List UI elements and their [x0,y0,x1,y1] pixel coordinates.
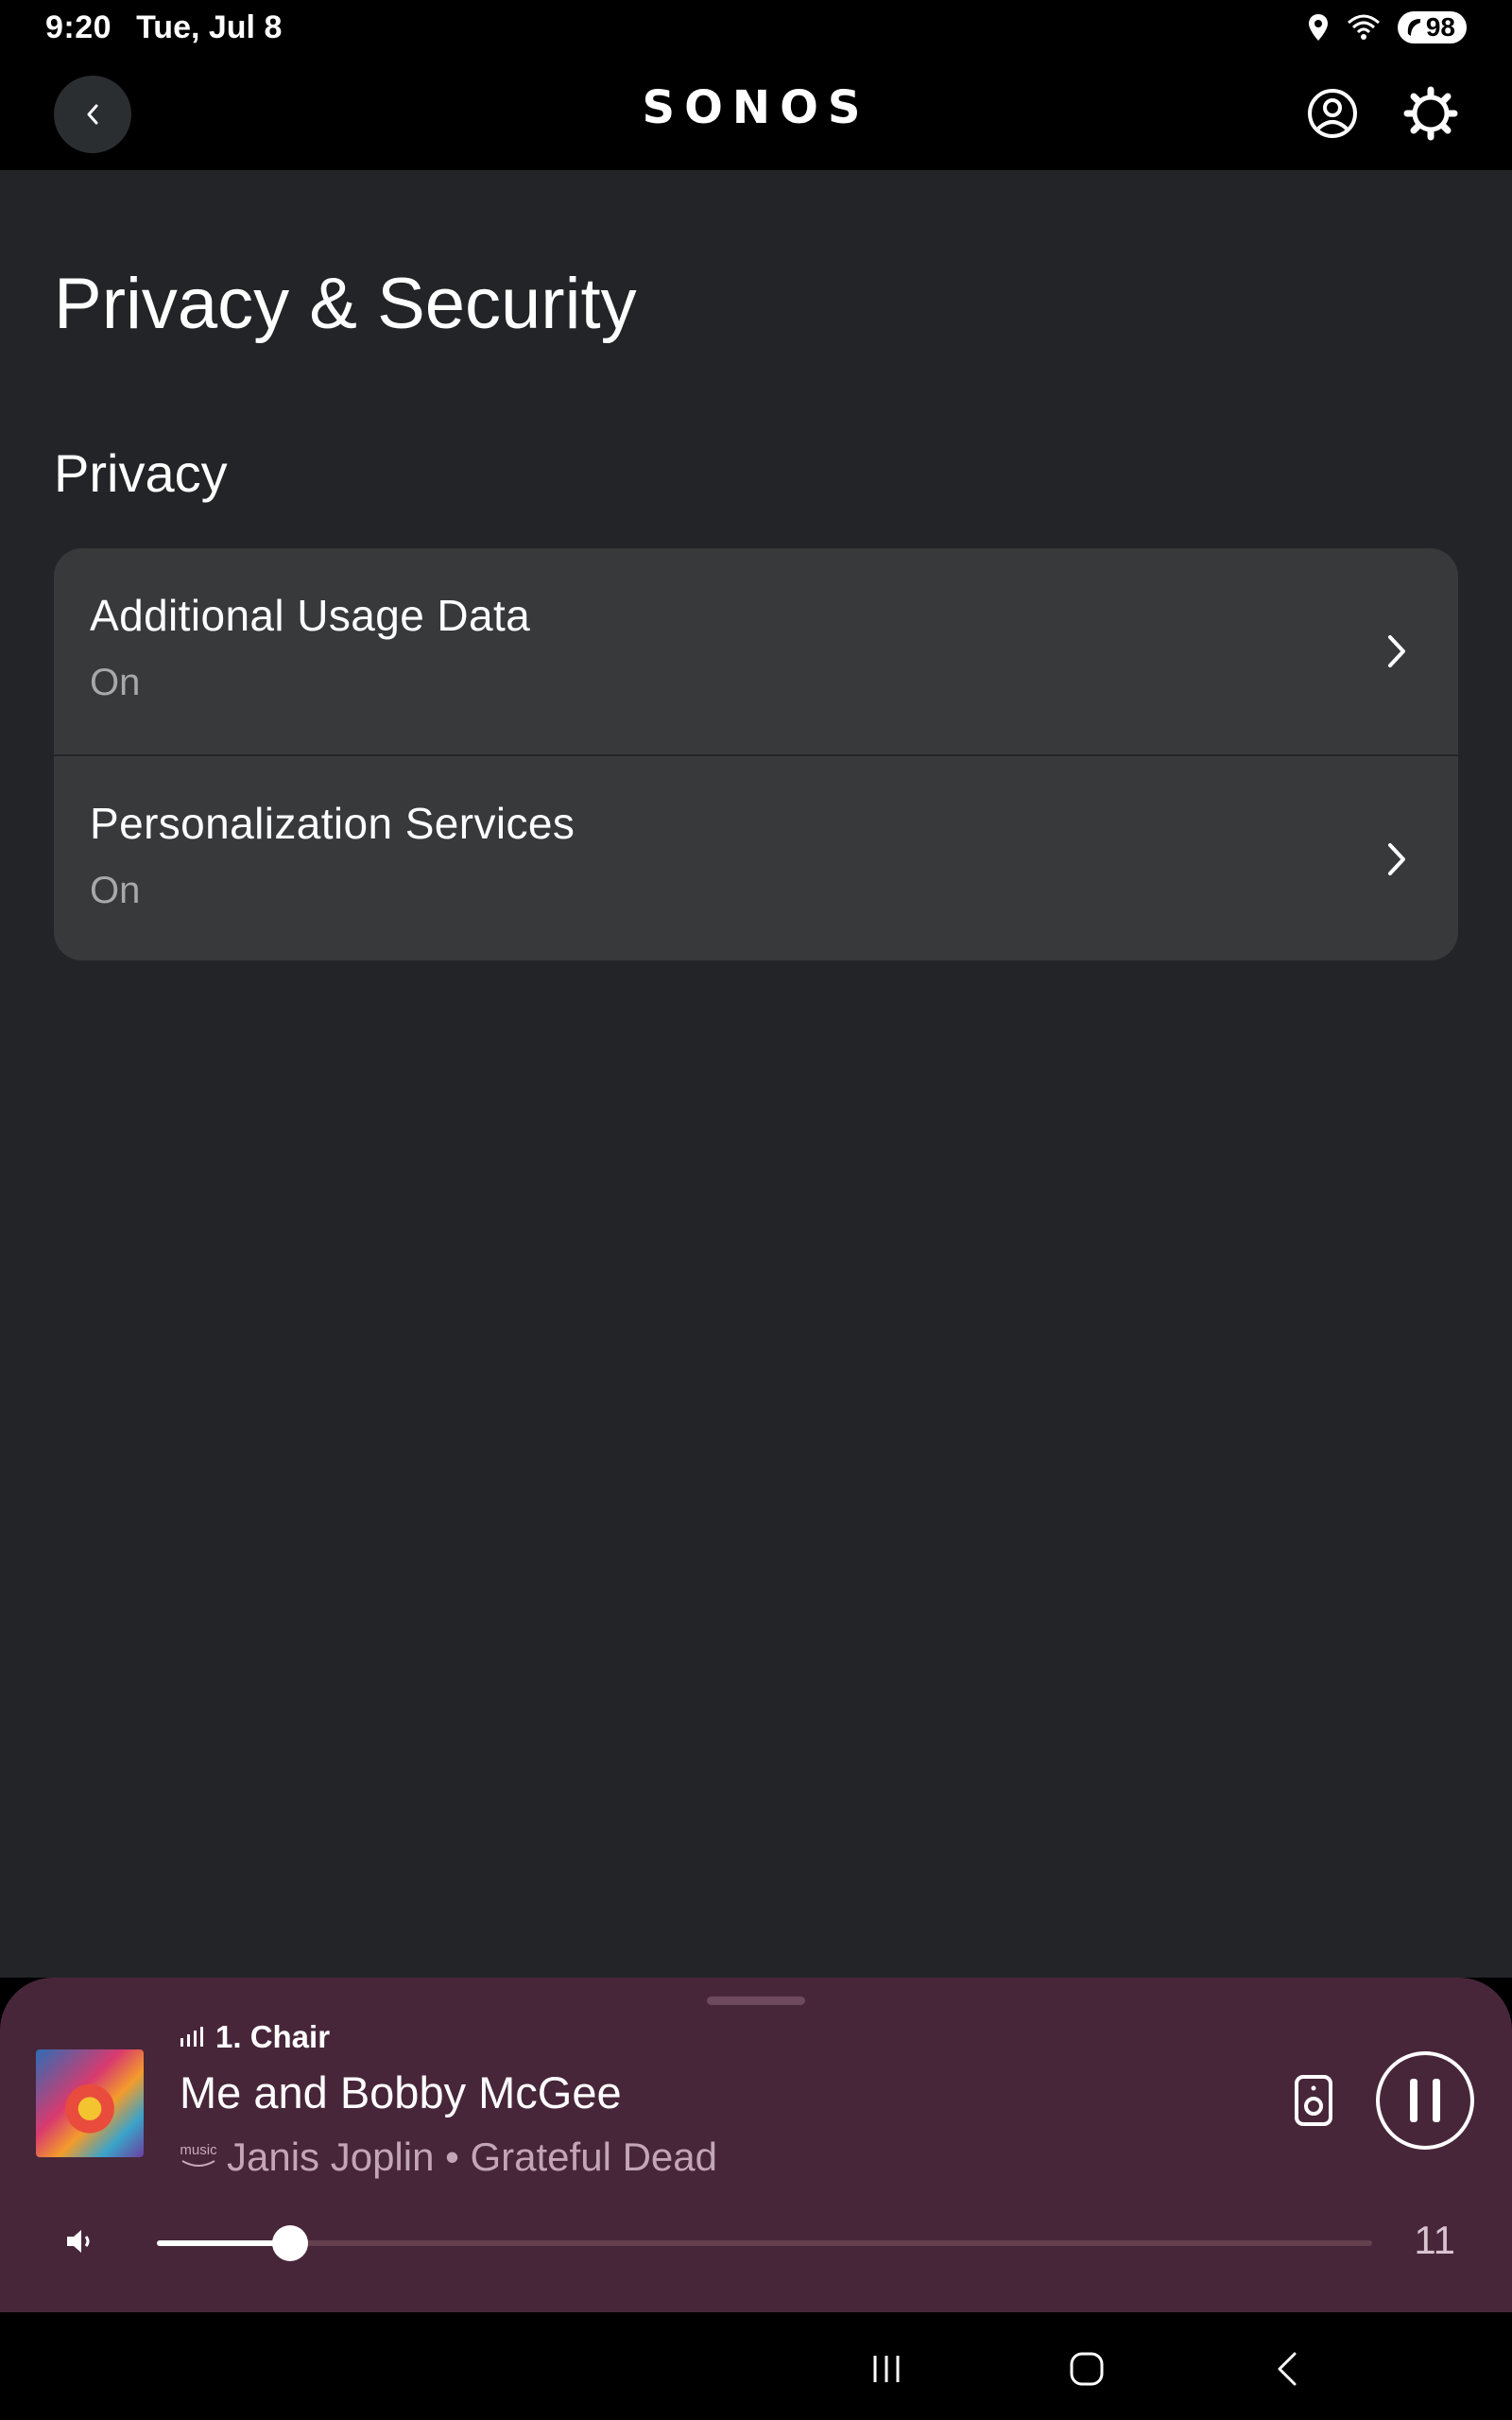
page-title: Privacy & Security [54,264,637,344]
room-name: 1. Chair [215,2019,331,2054]
now-playing-bar[interactable]: 1. Chair Me and Bobby McGee music Janis … [0,1978,1512,2312]
volume-value: 11 [1414,2218,1455,2262]
row-value: On [90,870,141,911]
row-label: Additional Usage Data [90,591,531,640]
volume-slider[interactable] [157,2225,1372,2261]
pause-button[interactable] [1376,2051,1474,2150]
battery-level: 98 [1425,12,1455,42]
wifi-icon [1347,14,1380,40]
signal-bars-icon [180,2027,203,2047]
track-title: Me and Bobby McGee [180,2067,622,2118]
room-row: 1. Chair [180,2019,330,2055]
amazon-smile-icon [181,2160,215,2167]
gear-icon [1403,86,1458,141]
drag-handle[interactable] [707,1996,805,2005]
account-icon [1308,89,1357,138]
service-logo-text: music [180,2142,217,2158]
recent-apps-button[interactable] [858,2341,915,2397]
speaker-icon [1295,2075,1332,2126]
status-time: 9:20 [45,9,112,45]
album-art[interactable] [36,2049,144,2157]
amazon-music-icon: music [180,2143,217,2171]
settings-button[interactable] [1400,83,1461,144]
additional-usage-data-row[interactable]: Additional Usage Data On [54,548,1458,754]
row-label: Personalization Services [90,799,576,848]
volume-thumb[interactable] [272,2225,309,2261]
output-speaker-button[interactable] [1293,2074,1334,2127]
location-icon [1308,14,1328,41]
pause-icon [1410,2079,1418,2122]
battery-saver-icon [1407,19,1420,36]
navigation-bar [0,2312,1512,2420]
privacy-settings-card: Additional Usage Data On Personalization… [54,548,1458,960]
status-date: Tue, Jul 8 [136,9,283,45]
system-back-button[interactable] [1259,2341,1315,2397]
sonos-logo: SONOS [642,81,870,134]
app-header: SONOS [0,55,1512,170]
personalization-services-row[interactable]: Personalization Services On [54,754,1458,960]
battery-indicator: 98 [1397,11,1467,43]
home-button[interactable] [1058,2341,1115,2397]
recent-apps-icon [873,2356,900,2382]
status-icons: 98 [1307,11,1467,43]
status-bar: 9:20 Tue, Jul 8 98 [0,0,1512,55]
chevron-right-icon [1388,635,1405,667]
artist-name: Janis Joplin • Grateful Dead [227,2135,717,2179]
row-value: On [90,662,141,703]
main-content: Privacy & Security Privacy Additional Us… [0,170,1512,1978]
home-icon [1070,2352,1104,2386]
section-heading-privacy: Privacy [54,443,228,503]
chevron-right-icon [1388,843,1405,875]
back-icon [1278,2352,1297,2386]
volume-fill [157,2240,291,2246]
account-button[interactable] [1302,83,1363,144]
artist-row: music Janis Joplin • Grateful Dead [180,2135,717,2180]
volume-icon[interactable] [64,2227,98,2256]
